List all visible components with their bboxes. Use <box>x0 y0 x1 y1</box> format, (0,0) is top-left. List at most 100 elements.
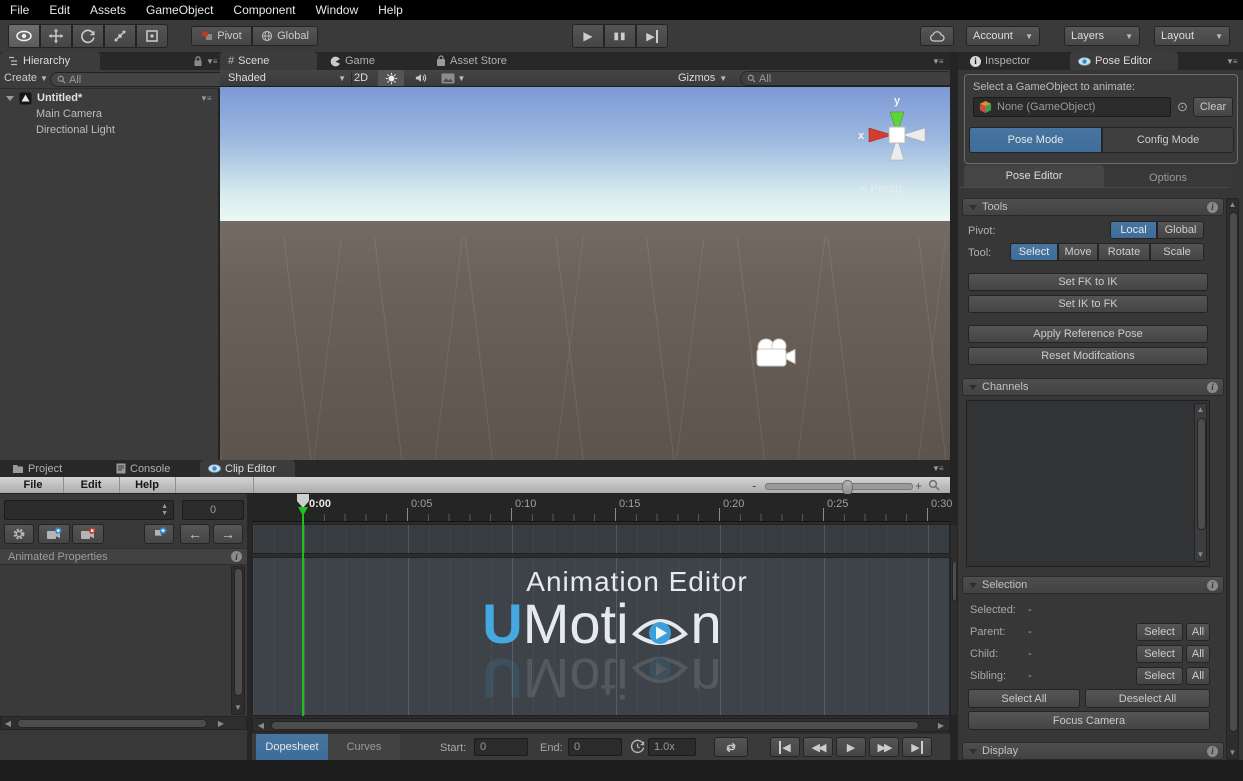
menu-help[interactable]: Help <box>368 3 413 17</box>
clear-button[interactable]: Clear <box>1193 97 1233 117</box>
animated-properties-list[interactable]: ▼ <box>0 565 247 716</box>
set-ik-to-fk-button[interactable]: Set IK to FK <box>968 295 1208 313</box>
subtab-pose-editor[interactable]: Pose Editor <box>964 165 1104 187</box>
loop-toggle-button[interactable] <box>714 737 748 757</box>
panel-menu-icon[interactable]: ▼≡ <box>1226 57 1237 66</box>
tab-game[interactable]: Game <box>322 52 410 70</box>
next-frame-button[interactable]: ▶▶ <box>869 737 899 757</box>
hierarchy-item-main-camera[interactable]: Main Camera <box>36 108 102 120</box>
scene-root-row[interactable]: Untitled* ▼≡ <box>0 90 220 106</box>
play-button[interactable]: ▶ <box>572 24 604 48</box>
tab-inspector[interactable]: i Inspector <box>962 52 1058 70</box>
start-field[interactable]: 0 <box>474 738 528 756</box>
zoom-out-label[interactable]: - <box>752 478 756 493</box>
go-to-end-button[interactable]: ▶ <box>902 737 932 757</box>
parent-select-button[interactable]: Select <box>1136 623 1183 641</box>
pivot-global-button[interactable]: Global <box>1157 221 1204 239</box>
delete-clip-button[interactable] <box>72 524 104 544</box>
step-button[interactable]: ▶ <box>636 24 668 48</box>
layout-dropdown[interactable]: Layout▼ <box>1154 26 1230 46</box>
properties-horizontal-scrollbar[interactable]: ◀ ▶ <box>0 716 247 730</box>
view-tool-button[interactable] <box>8 24 40 48</box>
display-section-header[interactable]: Display i <box>962 742 1224 760</box>
timeline-ruler[interactable]: 0:00 0:05 0:10 0:15 0:20 0:25 0:30 <box>252 494 950 522</box>
hierarchy-search-input[interactable]: All <box>50 72 226 87</box>
panel-menu-icon[interactable]: ▼≡ <box>206 57 217 66</box>
panel-menu-icon[interactable]: ▼≡ <box>932 464 943 473</box>
lock-icon[interactable] <box>193 55 203 67</box>
set-fk-to-ik-button[interactable]: Set FK to IK <box>968 273 1208 291</box>
config-mode-button[interactable]: Config Mode <box>1102 127 1234 153</box>
next-keyframe-button[interactable]: → <box>213 524 243 544</box>
global-toggle-button[interactable]: Global <box>252 26 318 46</box>
focus-camera-button[interactable]: Focus Camera <box>968 711 1210 730</box>
account-dropdown[interactable]: Account▼ <box>966 26 1040 46</box>
tools-section-header[interactable]: Tools i <box>962 198 1224 216</box>
clip-select-dropdown[interactable]: ▲▼ <box>4 500 174 520</box>
menu-gameobject[interactable]: GameObject <box>136 3 223 17</box>
panel-menu-icon[interactable]: ▼≡ <box>932 57 943 66</box>
tab-console[interactable]: Console <box>108 460 192 477</box>
rect-tool-button[interactable] <box>136 24 168 48</box>
layers-dropdown[interactable]: Layers▼ <box>1064 26 1140 46</box>
pose-mode-button[interactable]: Pose Mode <box>969 127 1102 153</box>
rotate-tool-button[interactable] <box>72 24 104 48</box>
audio-toggle[interactable] <box>408 71 432 85</box>
gameobject-field[interactable]: None (GameObject) <box>973 97 1171 117</box>
menu-assets[interactable]: Assets <box>80 3 136 17</box>
child-select-button[interactable]: Select <box>1136 645 1183 663</box>
timeline-vertical-scrollbar[interactable] <box>950 524 958 716</box>
frame-number-field[interactable]: 0 <box>182 500 244 520</box>
pivot-local-button[interactable]: Local <box>1110 221 1157 239</box>
end-field[interactable]: 0 <box>568 738 622 756</box>
tab-clip-editor[interactable]: Clip Editor <box>200 460 295 477</box>
pivot-toggle-button[interactable]: Pivot <box>191 26 252 46</box>
play-animation-button[interactable]: ▶ <box>836 737 866 757</box>
2d-toggle[interactable]: 2D <box>348 71 374 85</box>
deselect-all-button[interactable]: Deselect All <box>1085 689 1210 708</box>
parent-all-button[interactable]: All <box>1186 623 1210 641</box>
tab-pose-editor[interactable]: Pose Editor <box>1070 52 1178 70</box>
subtab-options[interactable]: Options <box>1104 168 1232 187</box>
scene-viewport[interactable]: y x < Persp <box>220 87 950 460</box>
dopesheet-area[interactable]: Animation Editor UMotin UMotin <box>252 557 950 716</box>
reset-modifications-button[interactable]: Reset Modifcations <box>968 347 1208 365</box>
pause-button[interactable]: ▮▮ <box>604 24 636 48</box>
settings-button[interactable] <box>4 524 34 544</box>
go-to-start-button[interactable]: ◀ <box>770 737 800 757</box>
sibling-all-button[interactable]: All <box>1186 667 1210 685</box>
menu-window[interactable]: Window <box>305 3 368 17</box>
timeline-horizontal-scrollbar[interactable]: ◀ ▶ <box>252 718 950 732</box>
cloud-button[interactable] <box>920 26 954 46</box>
apply-reference-pose-button[interactable]: Apply Reference Pose <box>968 325 1208 343</box>
tool-rotate-button[interactable]: Rotate <box>1098 243 1150 261</box>
move-tool-button[interactable] <box>40 24 72 48</box>
pose-editor-scrollbar[interactable]: ▲ ▼ <box>1226 198 1239 760</box>
tab-project[interactable]: Project <box>4 460 92 477</box>
tool-select-button[interactable]: Select <box>1010 243 1058 261</box>
add-clip-button[interactable] <box>38 524 70 544</box>
persp-label[interactable]: < Persp <box>860 181 902 195</box>
tool-move-button[interactable]: Move <box>1058 243 1098 261</box>
playback-speed-field[interactable]: 1.0x <box>648 738 696 756</box>
camera-gizmo-icon[interactable] <box>752 337 800 375</box>
selection-section-header[interactable]: Selection i <box>962 576 1224 594</box>
channels-section-header[interactable]: Channels i <box>962 378 1224 396</box>
zoom-in-label[interactable]: + <box>915 479 922 493</box>
object-picker-icon[interactable]: ⊙ <box>1177 99 1188 115</box>
select-all-button[interactable]: Select All <box>968 689 1080 708</box>
timeline-track-strip[interactable] <box>252 524 950 554</box>
timeline-zoom-slider[interactable] <box>765 483 913 490</box>
clip-menu-help[interactable]: Help <box>119 477 176 493</box>
menu-edit[interactable]: Edit <box>39 3 80 17</box>
orientation-gizmo[interactable]: y x <box>852 90 942 180</box>
menu-component[interactable]: Component <box>223 3 305 17</box>
slider-thumb[interactable] <box>842 480 853 495</box>
scene-menu-icon[interactable]: ▼≡ <box>200 94 211 103</box>
tab-asset-store[interactable]: Asset Store <box>428 52 533 70</box>
effects-toggle[interactable]: ▼ <box>436 71 470 85</box>
menu-file[interactable]: File <box>0 3 39 17</box>
channels-scrollbar[interactable]: ▲ ▼ <box>1194 403 1207 562</box>
sibling-select-button[interactable]: Select <box>1136 667 1183 685</box>
gizmos-dropdown[interactable]: Gizmos▼ <box>678 71 734 85</box>
